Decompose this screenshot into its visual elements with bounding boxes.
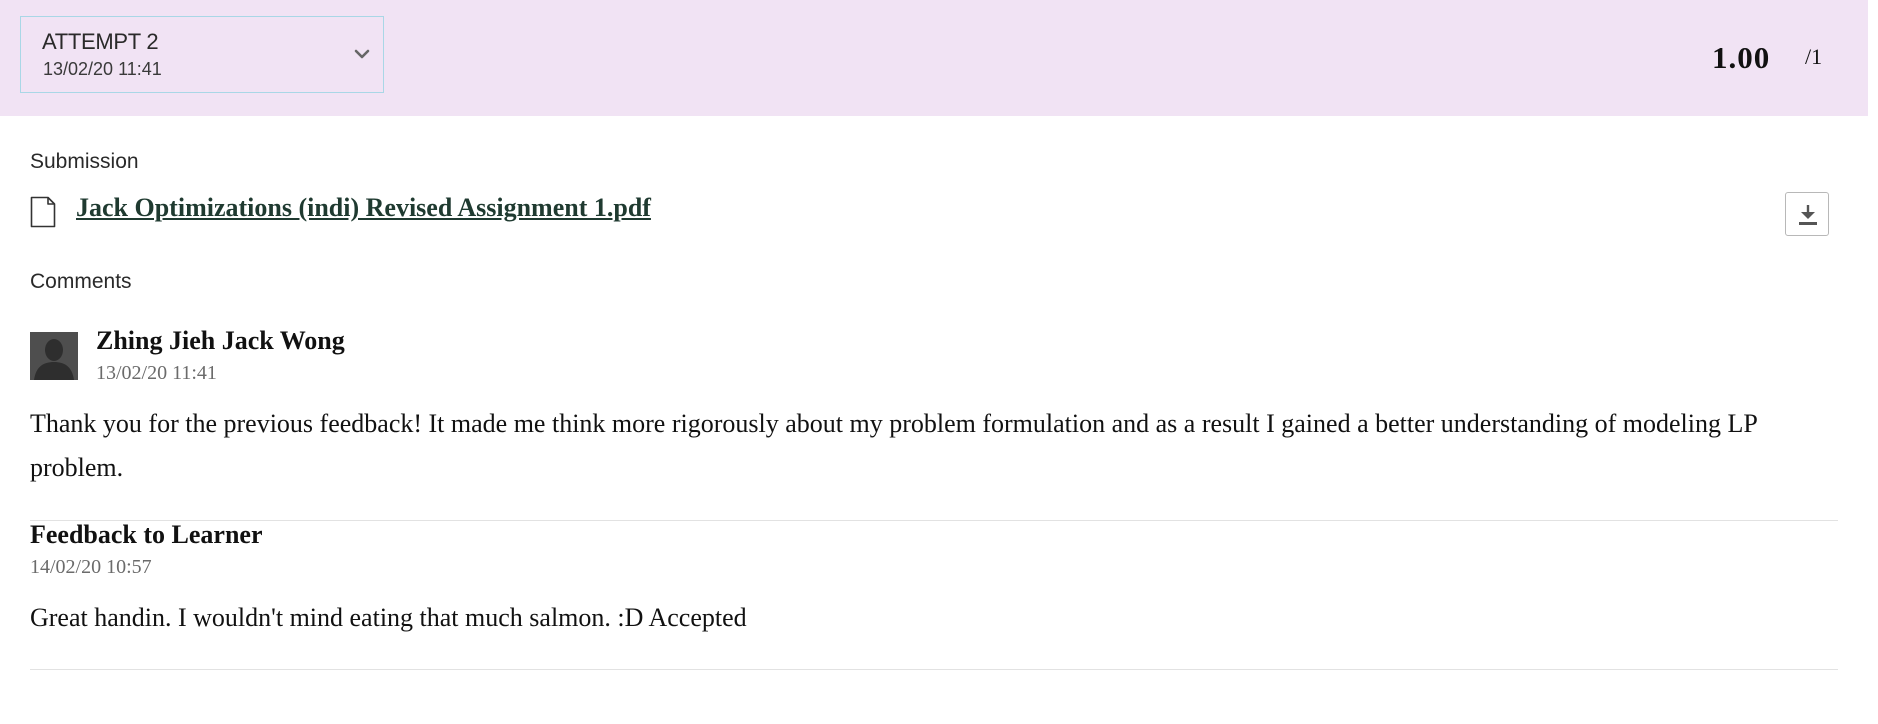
comment-timestamp: 13/02/20 11:41 [96,362,217,384]
attempt-date: 13/02/20 11:41 [43,59,162,79]
right-edge-strip [1868,0,1878,724]
comment-text: Thank you for the previous feedback! It … [30,409,1757,482]
user-silhouette-icon [30,332,78,380]
avatar [30,332,78,380]
divider [30,669,1838,670]
comment-author: Zhing Jieh Jack Wong [96,326,345,355]
download-icon [1799,205,1817,225]
feedback-text: Great handin. I wouldn't mind eating tha… [30,603,747,632]
grade-max: /1 [1805,44,1823,69]
download-button[interactable] [1785,192,1829,236]
chevron-down-icon [351,43,373,65]
feedback-timestamp: 14/02/20 10:57 [30,556,152,578]
divider [30,520,1838,521]
attempt-select[interactable]: ATTEMPT 2 13/02/20 11:41 [20,16,384,93]
submission-file-link[interactable]: Jack Optimizations (indi) Revised Assign… [76,193,651,223]
grade-score: 1.00 [1712,40,1771,75]
document-icon [30,196,56,228]
attempt-label: ATTEMPT 2 [42,29,159,54]
feedback-heading: Feedback to Learner [30,520,263,549]
comments-heading: Comments [30,270,132,293]
attempt-header: ATTEMPT 2 13/02/20 11:41 1.00 /1 [0,0,1868,116]
submission-heading: Submission [30,150,139,173]
